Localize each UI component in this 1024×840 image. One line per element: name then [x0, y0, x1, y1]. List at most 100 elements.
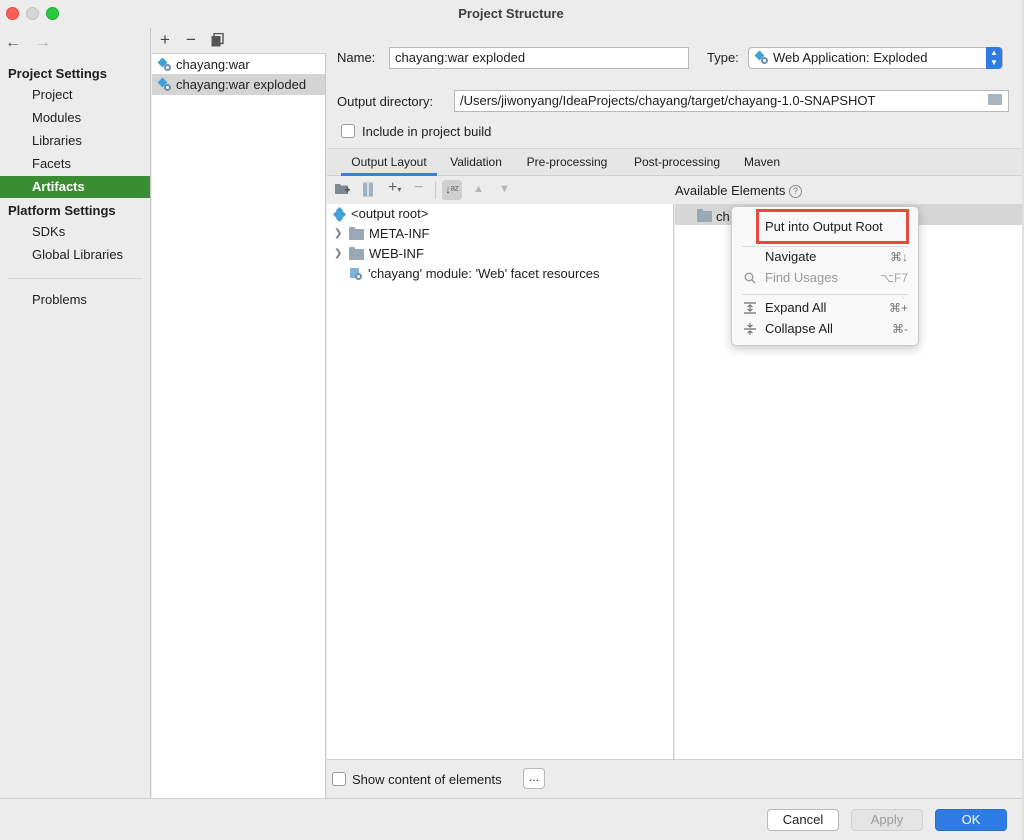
new-folder-icon[interactable]: [335, 182, 350, 198]
platform-settings-header: Platform Settings: [8, 203, 116, 218]
show-content-checkbox[interactable]: [332, 772, 346, 786]
project-structure-window: Project Structure ← → Project Settings P…: [0, 0, 1022, 840]
cancel-button[interactable]: Cancel: [767, 809, 839, 831]
menu-item-shortcut: ⌥F7: [880, 271, 908, 285]
settings-sidebar: ← → Project Settings Project Modules Lib…: [0, 28, 151, 798]
menu-separator: [742, 294, 908, 295]
menu-item-shortcut: ⌘+: [888, 301, 908, 315]
menu-item-collapse-all[interactable]: Collapse All ⌘-: [732, 319, 918, 339]
sort-icon[interactable]: ↓ᵃᶻ: [442, 180, 462, 200]
menu-item-find-usages[interactable]: Find Usages ⌥F7: [732, 268, 918, 288]
ok-button[interactable]: OK: [935, 809, 1007, 831]
dialog-footer: Cancel Apply OK: [0, 798, 1022, 840]
title-bar: Project Structure: [0, 0, 1022, 28]
browse-folder-icon[interactable]: [988, 94, 1002, 105]
artifact-label: chayang:war: [176, 57, 250, 72]
include-in-build-label: Include in project build: [362, 124, 492, 139]
output-directory-field[interactable]: /Users/jiwonyang/IdeaProjects/chayang/ta…: [454, 90, 1009, 112]
search-icon: [744, 270, 756, 290]
artifact-item-war-exploded[interactable]: chayang:war exploded: [152, 74, 325, 95]
tree-node-facet-resources[interactable]: 'chayang' module: 'Web' facet resources: [349, 264, 600, 284]
apply-button[interactable]: Apply: [851, 809, 923, 831]
archive-icon[interactable]: [362, 182, 374, 200]
show-content-label: Show content of elements: [352, 772, 502, 787]
menu-item-shortcut: ⌘↓: [890, 250, 908, 264]
available-element-label: ch: [716, 208, 730, 224]
type-value: Web Application: Exploded: [773, 50, 928, 65]
help-icon[interactable]: ?: [788, 185, 802, 198]
window-title: Project Structure: [458, 6, 564, 21]
sidebar-divider: [8, 278, 142, 279]
web-artifact-icon: [157, 57, 172, 72]
editor-tabs: Output Layout Validation Pre-processing …: [327, 148, 1022, 176]
menu-item-label: Expand All: [765, 300, 827, 315]
layout-bottom-bar: Show content of elements ...: [327, 759, 1022, 798]
folder-icon: [349, 246, 364, 260]
artifact-toolbar: + −: [152, 28, 326, 54]
move-down-icon[interactable]: ▼: [499, 183, 510, 195]
tree-node-output-root[interactable]: <output root>: [332, 204, 429, 224]
output-root-icon: [332, 206, 347, 223]
tab-maven[interactable]: Maven: [741, 149, 783, 176]
chevron-right-icon[interactable]: ❯: [334, 224, 344, 244]
tree-node-label: <output root>: [351, 206, 429, 221]
menu-item-expand-all[interactable]: Expand All ⌘+: [732, 298, 918, 318]
available-elements-header: Available Elements ?: [675, 177, 1022, 204]
annotation-highlight-box: [756, 209, 909, 244]
more-options-button[interactable]: ...: [523, 768, 545, 789]
add-element-icon[interactable]: +▾: [388, 179, 401, 197]
name-label: Name:: [337, 50, 376, 65]
project-settings-header: Project Settings: [8, 66, 107, 81]
sidebar-item-global-libraries[interactable]: Global Libraries: [0, 244, 150, 266]
sidebar-item-sdks[interactable]: SDKs: [0, 221, 150, 243]
arrow-left-icon[interactable]: ←: [5, 34, 21, 52]
sidebar-item-modules[interactable]: Modules: [0, 107, 150, 129]
type-label: Type:: [707, 50, 739, 65]
web-artifact-icon: [754, 50, 769, 65]
artifact-editor: Name: chayang:war exploded Type: Web App…: [327, 28, 1022, 798]
chevron-updown-icon: ▲ ▼: [986, 47, 1002, 69]
type-select[interactable]: Web Application: Exploded ▲ ▼: [748, 47, 1003, 69]
web-facet-icon: [349, 267, 363, 281]
menu-item-label: Collapse All: [765, 321, 833, 336]
sidebar-item-project[interactable]: Project: [0, 84, 150, 106]
artifact-list: + − chayang:war chayang:war exploded: [152, 28, 326, 798]
remove-artifact-button[interactable]: −: [181, 30, 201, 50]
nav-arrows: ← →: [5, 34, 51, 52]
tree-node-web-inf[interactable]: ❯ WEB-INF: [334, 244, 424, 264]
chevron-right-icon[interactable]: ❯: [334, 244, 344, 264]
layout-toolbar: +▾ − ↓ᵃᶻ ▲ ▼: [327, 177, 674, 204]
collapse-all-icon: [744, 321, 756, 341]
output-layout-tree: <output root> ❯ META-INF ❯ WEB-INF 'chay…: [327, 204, 674, 759]
tab-pre-processing[interactable]: Pre-processing: [523, 149, 611, 176]
available-element-row[interactable]: ch: [697, 207, 730, 225]
menu-item-navigate[interactable]: Navigate ⌘↓: [732, 247, 918, 267]
toolbar-separator: [435, 182, 436, 199]
menu-item-label: Navigate: [765, 249, 817, 264]
tree-node-label: META-INF: [369, 226, 430, 241]
remove-element-icon[interactable]: −: [414, 179, 423, 197]
move-up-icon[interactable]: ▲: [473, 183, 484, 195]
artifact-item-war[interactable]: chayang:war: [152, 54, 325, 75]
add-artifact-button[interactable]: +: [155, 30, 175, 50]
sidebar-item-libraries[interactable]: Libraries: [0, 130, 150, 152]
available-elements-label: Available Elements: [675, 183, 786, 198]
sidebar-item-artifacts[interactable]: Artifacts: [0, 176, 150, 198]
tab-validation[interactable]: Validation: [445, 149, 507, 176]
sidebar-item-facets[interactable]: Facets: [0, 153, 150, 175]
expand-all-icon: [744, 300, 756, 320]
folder-icon: [349, 226, 364, 240]
name-field[interactable]: chayang:war exploded: [389, 47, 689, 69]
tree-node-label: WEB-INF: [369, 246, 424, 261]
tree-node-meta-inf[interactable]: ❯ META-INF: [334, 224, 429, 244]
arrow-right-icon[interactable]: →: [35, 34, 51, 52]
module-folder-icon: [697, 208, 712, 222]
include-in-build-checkbox[interactable]: [341, 124, 355, 138]
tab-output-layout[interactable]: Output Layout: [341, 149, 437, 176]
tab-post-processing[interactable]: Post-processing: [629, 149, 725, 176]
web-artifact-icon: [157, 77, 172, 92]
copy-icon[interactable]: [207, 32, 227, 52]
menu-item-label: Find Usages: [765, 270, 838, 285]
sidebar-item-problems[interactable]: Problems: [0, 289, 150, 311]
output-directory-label: Output directory:: [337, 94, 434, 109]
